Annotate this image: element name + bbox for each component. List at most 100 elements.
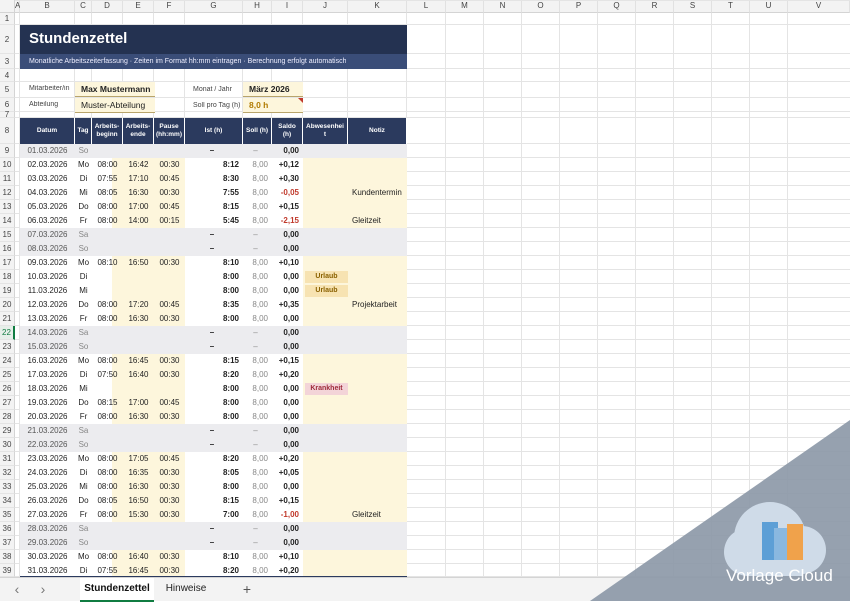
table-cell-end[interactable] bbox=[123, 270, 154, 284]
column-header[interactable]: Q bbox=[598, 0, 636, 13]
table-cell-end[interactable]: 16:40 bbox=[123, 550, 154, 564]
row-header[interactable]: 21 bbox=[0, 312, 15, 326]
column-header[interactable]: E bbox=[123, 0, 154, 13]
row-header[interactable]: 8 bbox=[0, 118, 15, 144]
absence-badge[interactable] bbox=[305, 299, 348, 311]
row-header[interactable]: 5 bbox=[0, 82, 15, 98]
table-cell-pause[interactable] bbox=[154, 536, 185, 550]
table-cell-start[interactable]: 08:10 bbox=[92, 256, 123, 270]
table-cell-note[interactable] bbox=[348, 354, 407, 368]
table-cell-end[interactable]: 17:10 bbox=[123, 172, 154, 186]
row-header[interactable]: 9 bbox=[0, 144, 15, 158]
table-cell-pause[interactable] bbox=[154, 284, 185, 298]
table-cell-start[interactable] bbox=[92, 536, 123, 550]
table-cell-note[interactable] bbox=[348, 312, 407, 326]
column-header[interactable]: O bbox=[522, 0, 560, 13]
table-cell-start[interactable] bbox=[92, 382, 123, 396]
table-cell-start[interactable]: 08:00 bbox=[92, 200, 123, 214]
table-cell-pause[interactable] bbox=[154, 340, 185, 354]
column-header[interactable]: H bbox=[243, 0, 272, 13]
column-header[interactable]: T bbox=[712, 0, 750, 13]
row-header[interactable]: 3 bbox=[0, 54, 15, 69]
table-cell-end[interactable]: 17:05 bbox=[123, 452, 154, 466]
table-cell-start[interactable]: 08:00 bbox=[92, 312, 123, 326]
table-cell-pause[interactable]: 00:30 bbox=[154, 158, 185, 172]
absence-badge[interactable] bbox=[305, 481, 348, 493]
table-cell-start[interactable]: 08:00 bbox=[92, 452, 123, 466]
absence-badge[interactable] bbox=[305, 509, 348, 521]
table-cell-start[interactable]: 08:00 bbox=[92, 550, 123, 564]
row-header[interactable]: 16 bbox=[0, 242, 15, 256]
table-cell-end[interactable]: 17:20 bbox=[123, 298, 154, 312]
table-cell-note[interactable] bbox=[348, 382, 407, 396]
table-cell-end[interactable] bbox=[123, 340, 154, 354]
table-cell-end[interactable]: 16:50 bbox=[123, 256, 154, 270]
table-cell-end[interactable] bbox=[123, 144, 154, 158]
column-header[interactable]: V bbox=[788, 0, 850, 13]
table-cell-note[interactable] bbox=[348, 200, 407, 214]
table-cell-note[interactable] bbox=[348, 242, 407, 256]
table-cell-note[interactable] bbox=[348, 522, 407, 536]
table-cell-end[interactable] bbox=[123, 522, 154, 536]
column-header[interactable]: F bbox=[154, 0, 185, 13]
table-cell-note[interactable] bbox=[348, 410, 407, 424]
tab-nav-left-button[interactable]: ‹ bbox=[10, 578, 24, 600]
absence-badge[interactable] bbox=[305, 439, 348, 451]
table-cell-note[interactable] bbox=[348, 438, 407, 452]
table-cell-note[interactable] bbox=[348, 284, 407, 298]
table-cell-pause[interactable]: 00:30 bbox=[154, 354, 185, 368]
table-cell-note[interactable] bbox=[348, 494, 407, 508]
table-cell-note[interactable]: Projektarbeit bbox=[348, 298, 407, 312]
table-cell-pause[interactable]: 00:45 bbox=[154, 200, 185, 214]
row-header[interactable]: 37 bbox=[0, 536, 15, 550]
column-header[interactable]: C bbox=[75, 0, 92, 13]
table-cell-start[interactable]: 08:00 bbox=[92, 298, 123, 312]
target-field[interactable]: 8,0 h bbox=[243, 98, 303, 113]
table-cell-start[interactable]: 08:05 bbox=[92, 494, 123, 508]
table-cell-end[interactable]: 14:00 bbox=[123, 214, 154, 228]
tab-stundenzettel[interactable]: Stundenzettel bbox=[80, 578, 154, 602]
absence-badge[interactable] bbox=[305, 145, 348, 157]
table-cell-start[interactable] bbox=[92, 340, 123, 354]
table-cell-start[interactable]: 08:00 bbox=[92, 508, 123, 522]
table-cell-pause[interactable]: 00:30 bbox=[154, 256, 185, 270]
table-cell-start[interactable]: 08:00 bbox=[92, 466, 123, 480]
table-cell-end[interactable]: 16:30 bbox=[123, 480, 154, 494]
absence-badge[interactable] bbox=[305, 467, 348, 479]
table-cell-start[interactable]: 08:00 bbox=[92, 410, 123, 424]
row-header[interactable]: 25 bbox=[0, 368, 15, 382]
table-cell-pause[interactable]: 00:30 bbox=[154, 368, 185, 382]
row-header[interactable]: 15 bbox=[0, 228, 15, 242]
table-cell-pause[interactable]: 00:30 bbox=[154, 466, 185, 480]
absence-badge[interactable]: Urlaub bbox=[305, 285, 348, 297]
table-cell-pause[interactable]: 00:30 bbox=[154, 186, 185, 200]
table-cell-pause[interactable] bbox=[154, 424, 185, 438]
table-cell-start[interactable]: 08:00 bbox=[92, 354, 123, 368]
table-cell-note[interactable]: Kundentermin bbox=[348, 186, 407, 200]
absence-badge[interactable] bbox=[305, 243, 348, 255]
table-cell-pause[interactable] bbox=[154, 228, 185, 242]
table-cell-start[interactable] bbox=[92, 242, 123, 256]
month-field[interactable]: März 2026 bbox=[243, 82, 303, 97]
row-header[interactable]: 17 bbox=[0, 256, 15, 270]
absence-badge[interactable] bbox=[305, 453, 348, 465]
absence-badge[interactable] bbox=[305, 537, 348, 549]
table-cell-note[interactable] bbox=[348, 480, 407, 494]
column-header[interactable]: U bbox=[750, 0, 788, 13]
absence-badge[interactable]: Urlaub bbox=[305, 271, 348, 283]
absence-badge[interactable] bbox=[305, 215, 348, 227]
table-cell-start[interactable]: 07:50 bbox=[92, 368, 123, 382]
table-cell-end[interactable]: 16:30 bbox=[123, 186, 154, 200]
table-cell-note[interactable] bbox=[348, 452, 407, 466]
table-cell-pause[interactable]: 00:30 bbox=[154, 508, 185, 522]
table-cell-end[interactable]: 16:42 bbox=[123, 158, 154, 172]
table-cell-end[interactable]: 16:40 bbox=[123, 368, 154, 382]
row-header[interactable]: 31 bbox=[0, 452, 15, 466]
absence-badge[interactable] bbox=[305, 495, 348, 507]
column-header[interactable]: D bbox=[92, 0, 123, 13]
table-cell-pause[interactable]: 00:30 bbox=[154, 480, 185, 494]
table-cell-note[interactable] bbox=[348, 424, 407, 438]
table-cell-end[interactable] bbox=[123, 284, 154, 298]
table-cell-pause[interactable]: 00:45 bbox=[154, 298, 185, 312]
absence-badge[interactable] bbox=[305, 187, 348, 199]
